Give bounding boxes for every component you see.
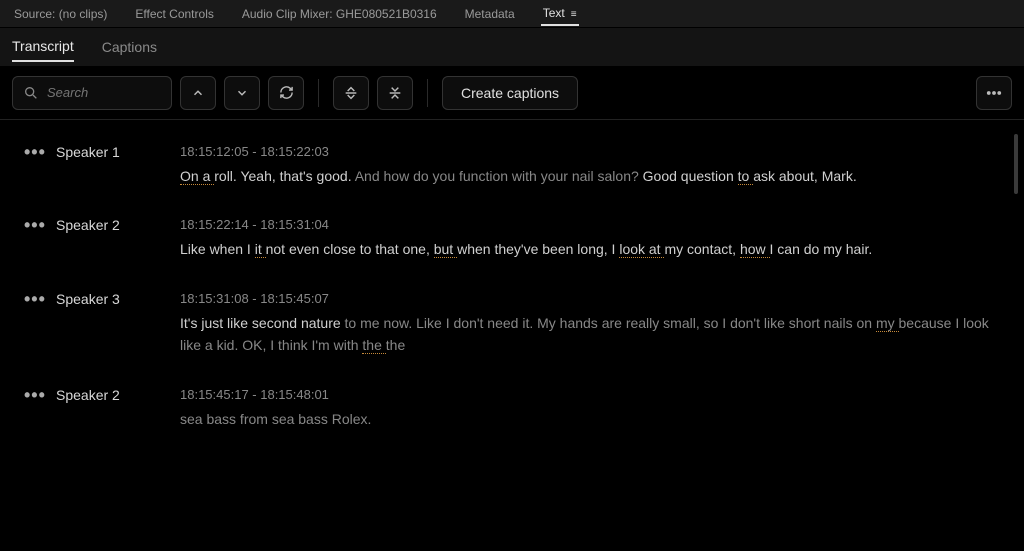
panel-tab[interactable]: Metadata xyxy=(463,3,517,25)
transcript-segment: the xyxy=(386,337,405,353)
panel-tab-label: Text xyxy=(543,6,565,20)
panel-tab-bar: Source: (no clips) Effect Controls Audio C… xyxy=(0,0,1024,28)
timecode: 18:15:12:05 - 18:15:22:03 xyxy=(180,144,1000,159)
row-options-icon[interactable]: ••• xyxy=(24,389,42,430)
timecode: 18:15:45:17 - 18:15:48:01 xyxy=(180,387,1000,402)
search-box[interactable] xyxy=(12,76,172,110)
row-options-icon[interactable]: ••• xyxy=(24,293,42,357)
transcript-marked-word: to xyxy=(738,168,754,185)
transcript-marked-word: my xyxy=(876,315,899,332)
next-result-button[interactable] xyxy=(224,76,260,110)
speaker-label[interactable]: Speaker 3 xyxy=(56,291,166,357)
search-icon xyxy=(23,85,39,101)
transcript-segment: to me now. Like I don't need it. My hand… xyxy=(345,315,876,331)
panel-tab-label: Effect Controls xyxy=(135,7,213,21)
toolbar-divider xyxy=(427,79,428,107)
transcript-segment: Like when I xyxy=(180,241,255,257)
sub-tab-transcript[interactable]: Transcript xyxy=(12,32,74,62)
search-input[interactable] xyxy=(47,85,161,100)
transcript-row[interactable]: ••• Speaker 3 18:15:31:08 - 18:15:45:07 It'… xyxy=(20,277,1004,373)
transcript-segment: not even close to that one, xyxy=(266,241,434,257)
transcript-marked-word: look at xyxy=(619,241,664,258)
transcript-segment: roll. Yeah, that's good. xyxy=(214,168,354,184)
transcript-row[interactable]: ••• Speaker 1 18:15:12:05 - 18:15:22:03 On … xyxy=(20,130,1004,203)
transcript-content: 18:15:45:17 - 18:15:48:01 sea bass from s… xyxy=(180,387,1000,430)
transcript-segment: sea bass from sea bass Rolex. xyxy=(180,411,371,427)
dialogue-text[interactable]: It's just like second nature to me now. … xyxy=(180,312,1000,357)
panel-tab-label: Metadata xyxy=(465,7,515,21)
row-options-icon[interactable]: ••• xyxy=(24,146,42,187)
transcript-content: 18:15:22:14 - 18:15:31:04 Like when I it … xyxy=(180,217,1000,260)
timecode: 18:15:22:14 - 18:15:31:04 xyxy=(180,217,1000,232)
row-options-icon[interactable]: ••• xyxy=(24,219,42,260)
transcript-segment: It's just like second nature xyxy=(180,315,345,331)
panel-tab[interactable]: Text ≡ xyxy=(541,2,579,26)
transcript-marked-word: how xyxy=(740,241,770,258)
panel-tab[interactable]: Audio Clip Mixer: GHE080521B0316 xyxy=(240,3,439,25)
create-captions-button[interactable]: Create captions xyxy=(442,76,578,110)
transcript-segment: And how do you function with your nail s… xyxy=(355,168,643,184)
transcript-toolbar: Create captions xyxy=(0,66,1024,120)
panel-tab-label: Source: (no clips) xyxy=(14,7,107,21)
dialogue-text[interactable]: sea bass from sea bass Rolex. xyxy=(180,408,1000,430)
transcript-segment: ask about, Mark. xyxy=(753,168,857,184)
transcript-segment: when they've been long, I xyxy=(457,241,619,257)
transcript-marked-word: it xyxy=(255,241,266,258)
transcript-marked-word: but xyxy=(434,241,457,258)
panel-tab-label: Audio Clip Mixer: GHE080521B0316 xyxy=(242,7,437,21)
transcript-segment: Good question xyxy=(643,168,738,184)
speaker-label[interactable]: Speaker 2 xyxy=(56,217,166,260)
panel-tab[interactable]: Effect Controls xyxy=(133,3,215,25)
collapse-all-button[interactable] xyxy=(377,76,413,110)
text-sub-tab-bar: Transcript Captions xyxy=(0,28,1024,66)
toolbar-divider xyxy=(318,79,319,107)
transcript-content: 18:15:12:05 - 18:15:22:03 On a roll. Yeah… xyxy=(180,144,1000,187)
speaker-label[interactable]: Speaker 1 xyxy=(56,144,166,187)
refresh-button[interactable] xyxy=(268,76,304,110)
transcript-marked-word: the xyxy=(362,337,385,354)
transcript-content: 18:15:31:08 - 18:15:45:07 It's just like … xyxy=(180,291,1000,357)
transcript-row[interactable]: ••• Speaker 2 18:15:22:14 - 18:15:31:04 Lik… xyxy=(20,203,1004,276)
more-options-button[interactable] xyxy=(976,76,1012,110)
expand-all-button[interactable] xyxy=(333,76,369,110)
panel-tab[interactable]: Source: (no clips) xyxy=(12,3,109,25)
transcript-row[interactable]: ••• Speaker 2 18:15:45:17 - 18:15:48:01 sea… xyxy=(20,373,1004,446)
transcript-list[interactable]: ••• Speaker 1 18:15:12:05 - 18:15:22:03 On … xyxy=(0,120,1024,551)
speaker-label[interactable]: Speaker 2 xyxy=(56,387,166,430)
timecode: 18:15:31:08 - 18:15:45:07 xyxy=(180,291,1000,306)
dialogue-text[interactable]: Like when I it not even close to that on… xyxy=(180,238,1000,260)
dialogue-text[interactable]: On a roll. Yeah, that's good. And how do… xyxy=(180,165,1000,187)
scrollbar-thumb[interactable] xyxy=(1014,134,1018,194)
transcript-segment: I can do my hair. xyxy=(770,241,873,257)
transcript-marked-word: On a xyxy=(180,168,214,185)
hamburger-icon[interactable]: ≡ xyxy=(571,9,577,20)
transcript-segment: my contact, xyxy=(664,241,739,257)
prev-result-button[interactable] xyxy=(180,76,216,110)
sub-tab-captions[interactable]: Captions xyxy=(102,33,157,61)
